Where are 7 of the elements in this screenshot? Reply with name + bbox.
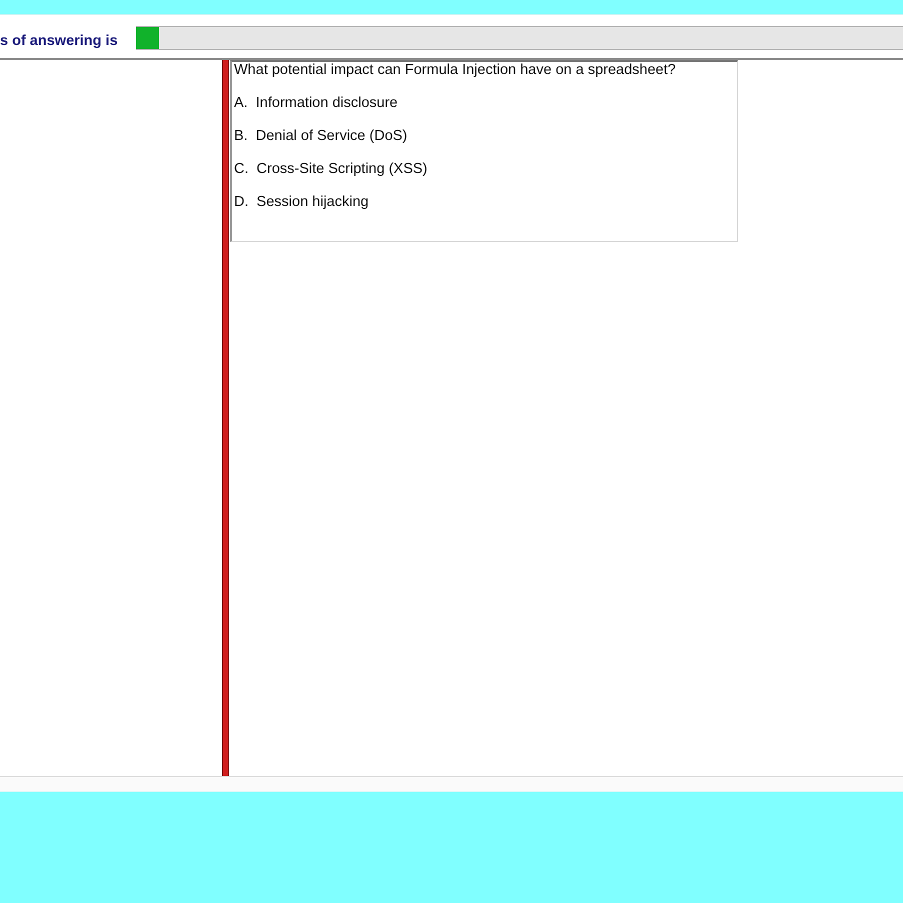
progress-label: s of answering is <box>0 32 118 49</box>
answer-option: C. Cross-Site Scripting (XSS) <box>234 161 737 178</box>
answer-option: A. Information disclosure <box>234 95 737 112</box>
answer-option: B. Denial of Service (DoS) <box>234 128 737 145</box>
question-text: What potential impact can Formula Injection have on a spreadsheet? <box>234 62 677 79</box>
answer-option: D. Session hijacking <box>234 194 737 211</box>
splitter-bar[interactable] <box>222 60 229 776</box>
